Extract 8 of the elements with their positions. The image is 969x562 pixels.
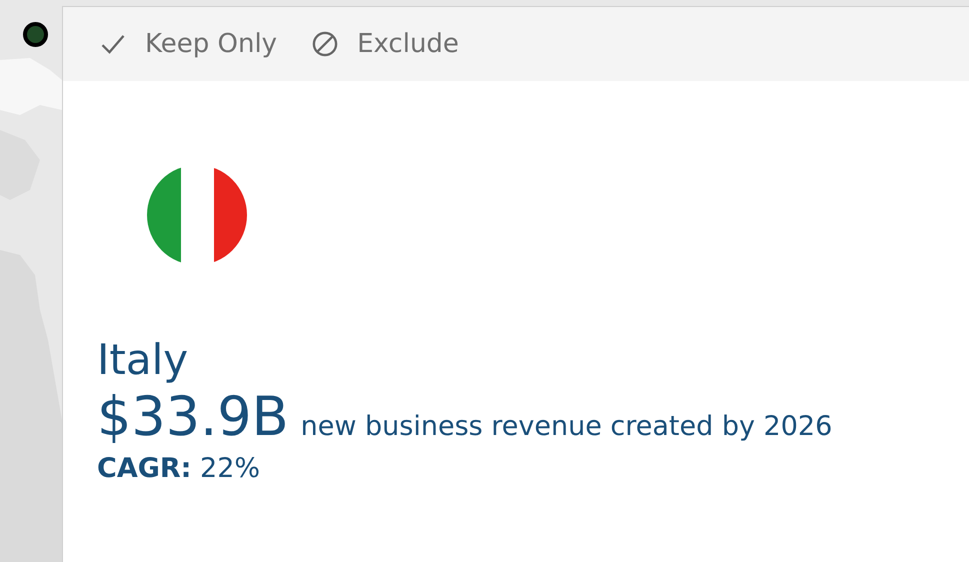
- keep-only-button[interactable]: Keep Only: [99, 29, 278, 59]
- country-name: Italy: [97, 337, 188, 384]
- flag-icon: [147, 165, 247, 265]
- cagr-text: CAGR: 22%: [97, 452, 260, 484]
- prohibited-icon: [311, 30, 340, 58]
- revenue-value: $33.9B: [97, 387, 289, 447]
- revenue-caption: new business revenue created by 2026: [300, 411, 832, 442]
- exclude-button[interactable]: Exclude: [311, 29, 459, 59]
